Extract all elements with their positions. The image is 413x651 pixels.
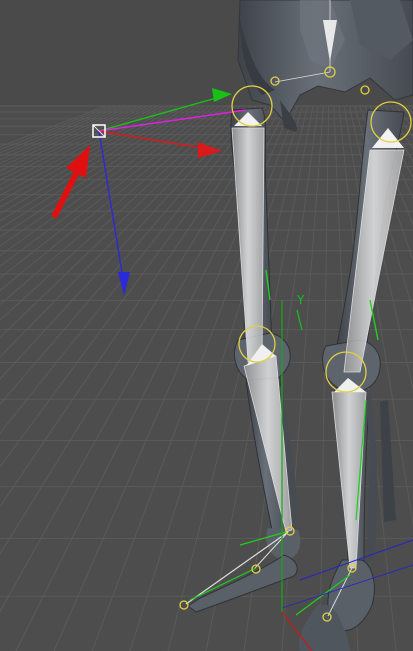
world-y-axis-label: Y — [296, 293, 305, 307]
viewport-canvas[interactable]: Y — [0, 0, 413, 651]
3d-viewport[interactable]: Y — [0, 0, 413, 651]
